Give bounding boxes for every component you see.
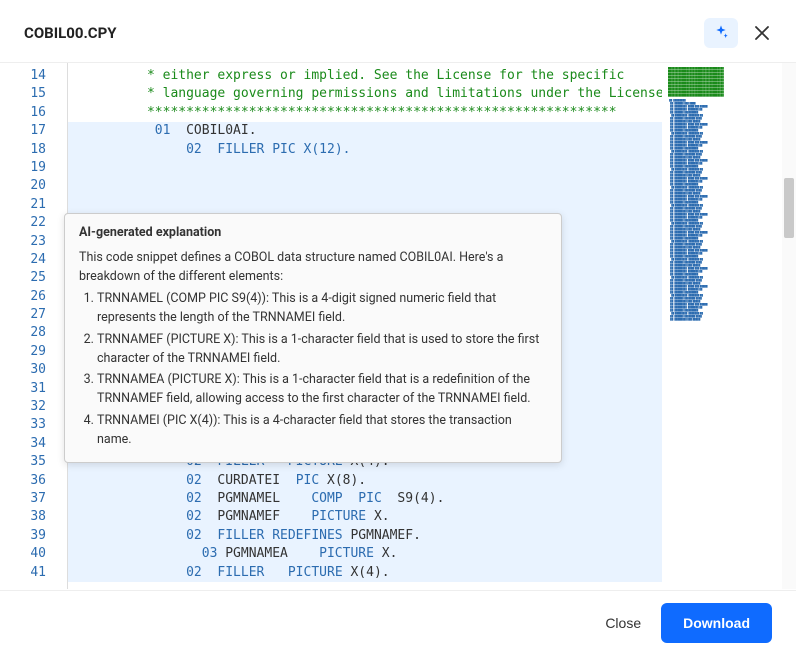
line-number: 22 [0, 214, 46, 232]
line-number: 37 [0, 490, 46, 508]
tooltip-intro: This code snippet defines a COBOL data s… [79, 249, 547, 287]
close-icon[interactable] [752, 23, 772, 43]
line-number: 33 [0, 416, 46, 434]
line-number: 24 [0, 251, 46, 269]
line-number: 39 [0, 527, 46, 545]
tooltip-item: TRNNAMEL (COMP PIC S9(4)): This is a 4-d… [97, 290, 547, 328]
code-line[interactable]: 02 PGMNAMEL COMP PIC S9(4). [68, 490, 662, 508]
line-number: 34 [0, 435, 46, 453]
code-line[interactable] [68, 177, 662, 195]
dialog-header: COBIL00.CPY [0, 0, 796, 63]
dialog-footer: Close Download [0, 590, 796, 654]
close-button[interactable]: Close [605, 615, 641, 631]
line-number: 25 [0, 269, 46, 287]
line-number: 32 [0, 398, 46, 416]
code-line[interactable] [68, 159, 662, 177]
sparkle-icon [713, 24, 729, 43]
code-line[interactable]: 02 FILLER PIC X(12). [68, 141, 662, 159]
line-number: 19 [0, 159, 46, 177]
line-number: 41 [0, 564, 46, 582]
line-number: 40 [0, 545, 46, 563]
line-number: 28 [0, 324, 46, 342]
tooltip-title: AI-generated explanation [79, 224, 547, 243]
code-line[interactable]: 02 FILLER PICTURE X(4). [68, 564, 662, 582]
code-line[interactable]: 02 CURDATEI PIC X(8). [68, 472, 662, 490]
line-number: 23 [0, 233, 46, 251]
line-number: 27 [0, 306, 46, 324]
code-line[interactable]: * either express or implied. See the Lic… [68, 67, 662, 85]
line-number: 21 [0, 196, 46, 214]
editor: 1415161718192021222324252627282930313233… [0, 63, 796, 589]
code-line[interactable]: 03 PGMNAMEA PICTURE X. [68, 545, 662, 563]
line-number: 29 [0, 343, 46, 361]
download-button[interactable]: Download [661, 603, 772, 643]
line-number-gutter: 1415161718192021222324252627282930313233… [0, 63, 54, 589]
tooltip-list: TRNNAMEL (COMP PIC S9(4)): This is a 4-d… [79, 290, 547, 449]
minimap[interactable]: ████████████████████████████████████████… [662, 63, 782, 589]
code-line[interactable]: 01 COBIL0AI. [68, 122, 662, 140]
line-number: 18 [0, 141, 46, 159]
line-number: 36 [0, 472, 46, 490]
line-number: 15 [0, 85, 46, 103]
ai-explain-button[interactable] [704, 18, 738, 48]
tooltip-item: TRNNAMEA (PICTURE X): This is a 1-charac… [97, 371, 547, 409]
scroll-thumb[interactable] [784, 178, 794, 238]
ai-explanation-tooltip: AI-generated explanation This code snipp… [64, 213, 562, 463]
code-line[interactable]: 02 FILLER REDEFINES PGMNAMEF. [68, 527, 662, 545]
line-number: 26 [0, 288, 46, 306]
code-line[interactable]: * language governing permissions and lim… [68, 85, 662, 103]
code-line[interactable]: ****************************************… [68, 104, 662, 122]
dialog-title: COBIL00.CPY [24, 24, 117, 42]
tooltip-item: TRNNAMEI (PIC X(4)): This is a 4-charact… [97, 412, 547, 450]
line-number: 16 [0, 104, 46, 122]
line-number: 35 [0, 453, 46, 471]
line-number: 20 [0, 177, 46, 195]
line-number: 14 [0, 67, 46, 85]
line-number: 31 [0, 380, 46, 398]
code-line[interactable] [68, 196, 662, 214]
line-number: 17 [0, 122, 46, 140]
header-actions [704, 18, 772, 48]
tooltip-item: TRNNAMEF (PICTURE X): This is a 1-charac… [97, 331, 547, 369]
scrollbar[interactable] [782, 63, 796, 589]
line-number: 30 [0, 361, 46, 379]
line-number: 38 [0, 508, 46, 526]
code-line[interactable]: 02 PGMNAMEF PICTURE X. [68, 508, 662, 526]
